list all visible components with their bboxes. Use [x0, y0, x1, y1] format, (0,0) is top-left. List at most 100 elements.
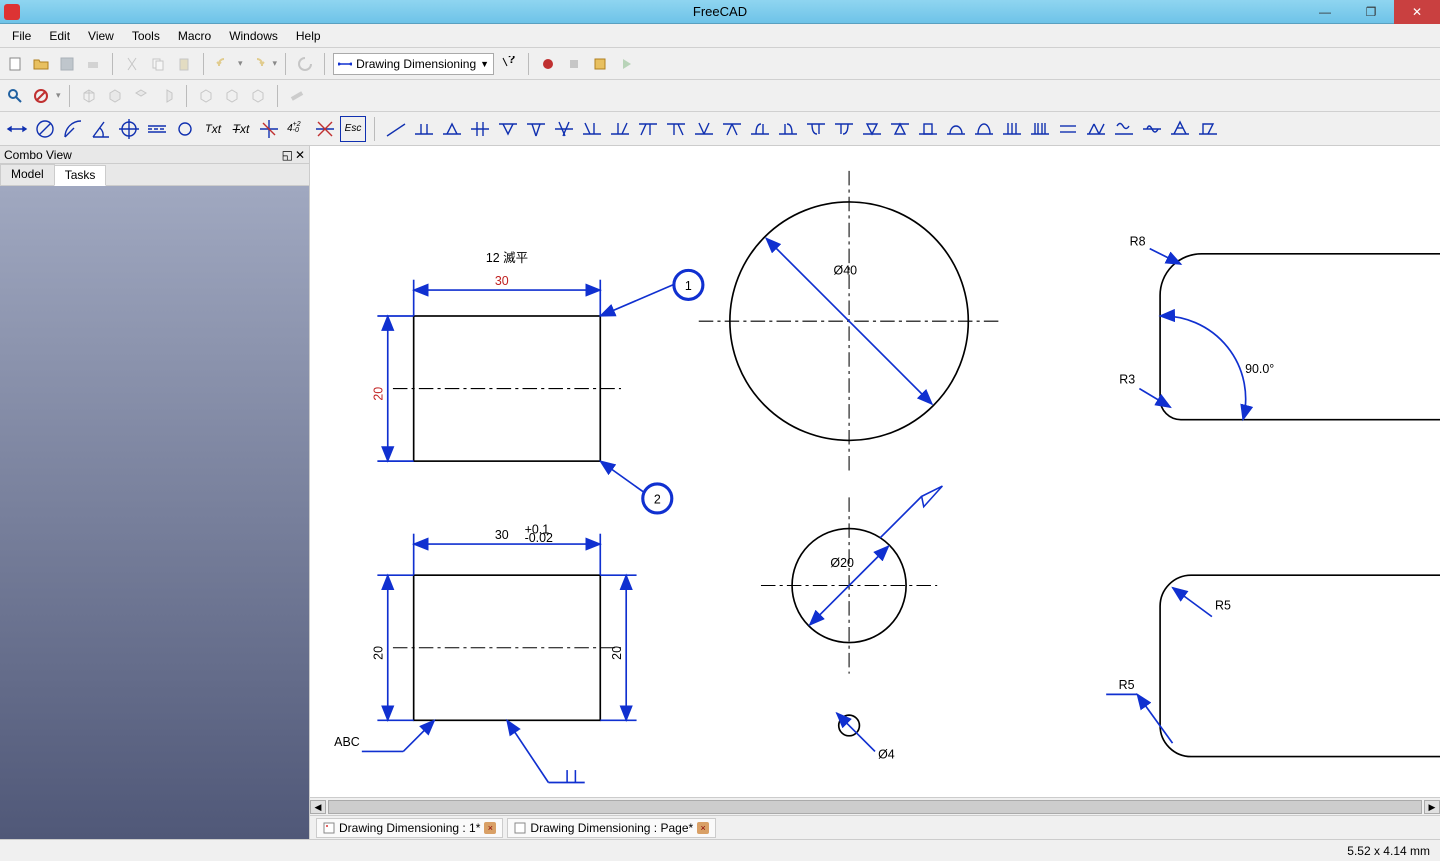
menu-file[interactable]: File [4, 27, 39, 45]
drawing-canvas[interactable]: 30 20 12 滅平 1 2 [310, 146, 1440, 797]
open-icon[interactable] [30, 53, 52, 75]
panel-float-icon[interactable]: ◱ [282, 148, 293, 162]
weld-sym-17-icon[interactable] [831, 116, 857, 142]
weld-sym-15-icon[interactable] [775, 116, 801, 142]
scroll-thumb[interactable] [328, 800, 1422, 814]
weld-sym-30-icon[interactable] [1195, 116, 1221, 142]
note-kanji: 12 滅平 [486, 251, 528, 265]
weld-sym-16-icon[interactable] [803, 116, 829, 142]
dim-center-icon[interactable] [172, 116, 198, 142]
whatsthis-icon[interactable]: ? [498, 53, 520, 75]
weld-sym-18-icon[interactable] [859, 116, 885, 142]
close-button[interactable]: ✕ [1394, 0, 1440, 24]
macro-edit-icon[interactable] [589, 53, 611, 75]
dim-escape-icon[interactable]: Esc [340, 116, 366, 142]
weld-sym-22-icon[interactable] [971, 116, 997, 142]
dim-grab-icon[interactable] [256, 116, 282, 142]
dim-delete-icon[interactable] [312, 116, 338, 142]
title-bar: FreeCAD — ❐ ✕ [0, 0, 1440, 24]
combo-view-label: Combo View [4, 148, 72, 162]
view-left-icon[interactable] [247, 85, 269, 107]
doctab-1-close-icon[interactable]: × [484, 822, 496, 834]
menu-tools[interactable]: Tools [124, 27, 168, 45]
tasks-panel [0, 186, 309, 839]
macro-run-icon[interactable] [615, 53, 637, 75]
tab-tasks[interactable]: Tasks [54, 165, 107, 186]
dim-note-icon[interactable]: Txt [200, 116, 226, 142]
dim-radius-icon[interactable] [60, 116, 86, 142]
dim-centerline-icon[interactable] [144, 116, 170, 142]
copy-icon[interactable] [147, 53, 169, 75]
weld-sym-23-icon[interactable] [999, 116, 1025, 142]
dim-angle-icon[interactable] [88, 116, 114, 142]
maximize-button[interactable]: ❐ [1348, 0, 1394, 24]
weld-sym-4-icon[interactable] [467, 116, 493, 142]
weld-sym-21-icon[interactable] [943, 116, 969, 142]
view-top-icon[interactable] [130, 85, 152, 107]
doctab-2[interactable]: Drawing Dimensioning : Page* × [507, 818, 716, 838]
menu-macro[interactable]: Macro [170, 27, 219, 45]
weld-sym-29-icon[interactable] [1167, 116, 1193, 142]
menu-windows[interactable]: Windows [221, 27, 286, 45]
refresh-icon[interactable] [294, 53, 316, 75]
measure-icon[interactable] [286, 85, 308, 107]
weld-sym-8-icon[interactable] [579, 116, 605, 142]
dim-circular-icon[interactable] [32, 116, 58, 142]
doctab-1[interactable]: Drawing Dimensioning : 1* × [316, 818, 503, 838]
dim-linear-icon[interactable] [4, 116, 30, 142]
weld-sym-27-icon[interactable] [1111, 116, 1137, 142]
new-icon[interactable] [4, 53, 26, 75]
weld-sym-2-icon[interactable] [411, 116, 437, 142]
weld-sym-25-icon[interactable] [1055, 116, 1081, 142]
weld-sym-11-icon[interactable] [663, 116, 689, 142]
weld-sym-24-icon[interactable] [1027, 116, 1053, 142]
view-front-icon[interactable] [104, 85, 126, 107]
zoom-fit-icon[interactable] [4, 85, 26, 107]
save-icon[interactable] [56, 53, 78, 75]
window-title: FreeCAD [693, 4, 747, 19]
scroll-right-icon[interactable]: ▶ [1424, 800, 1440, 814]
view-rear-icon[interactable] [195, 85, 217, 107]
dim-text-icon[interactable]: Txt [228, 116, 254, 142]
scroll-left-icon[interactable]: ◀ [310, 800, 326, 814]
macro-stop-icon[interactable] [563, 53, 585, 75]
cut-icon[interactable] [121, 53, 143, 75]
weld-sym-6-icon[interactable] [523, 116, 549, 142]
weld-sym-7-icon[interactable] [551, 116, 577, 142]
macro-record-icon[interactable] [537, 53, 559, 75]
tab-model[interactable]: Model [0, 164, 55, 185]
menu-view[interactable]: View [80, 27, 122, 45]
weld-sym-14-icon[interactable] [747, 116, 773, 142]
weld-sym-28-icon[interactable] [1139, 116, 1165, 142]
draw-style-icon[interactable] [30, 85, 52, 107]
weld-sym-9-icon[interactable] [607, 116, 633, 142]
dim-angle90: 90.0° [1245, 362, 1274, 376]
print-icon[interactable] [82, 53, 104, 75]
weld-sym-10-icon[interactable] [635, 116, 661, 142]
undo-icon[interactable] [212, 53, 234, 75]
minimize-button[interactable]: — [1302, 0, 1348, 24]
dim-r8: R8 [1130, 235, 1146, 249]
horizontal-scrollbar[interactable]: ◀ ▶ [310, 797, 1440, 815]
svg-text:?: ? [508, 56, 515, 66]
weld-sym-13-icon[interactable] [719, 116, 745, 142]
view-iso-icon[interactable] [78, 85, 100, 107]
weld-sym-5-icon[interactable] [495, 116, 521, 142]
dim-tolerance-icon[interactable]: 4+2-0 [284, 116, 310, 142]
redo-icon[interactable] [247, 53, 269, 75]
paste-icon[interactable] [173, 53, 195, 75]
weld-sym-1-icon[interactable] [383, 116, 409, 142]
weld-sym-12-icon[interactable] [691, 116, 717, 142]
weld-sym-19-icon[interactable] [887, 116, 913, 142]
doctab-2-close-icon[interactable]: × [697, 822, 709, 834]
workbench-selector[interactable]: Drawing Dimensioning ▼ [333, 53, 494, 75]
view-bottom-icon[interactable] [221, 85, 243, 107]
panel-close-icon[interactable]: ✕ [295, 148, 305, 162]
weld-sym-20-icon[interactable] [915, 116, 941, 142]
weld-sym-3-icon[interactable] [439, 116, 465, 142]
view-right-icon[interactable] [156, 85, 178, 107]
menu-edit[interactable]: Edit [41, 27, 78, 45]
dim-centerlines-icon[interactable] [116, 116, 142, 142]
menu-help[interactable]: Help [288, 27, 329, 45]
weld-sym-26-icon[interactable] [1083, 116, 1109, 142]
